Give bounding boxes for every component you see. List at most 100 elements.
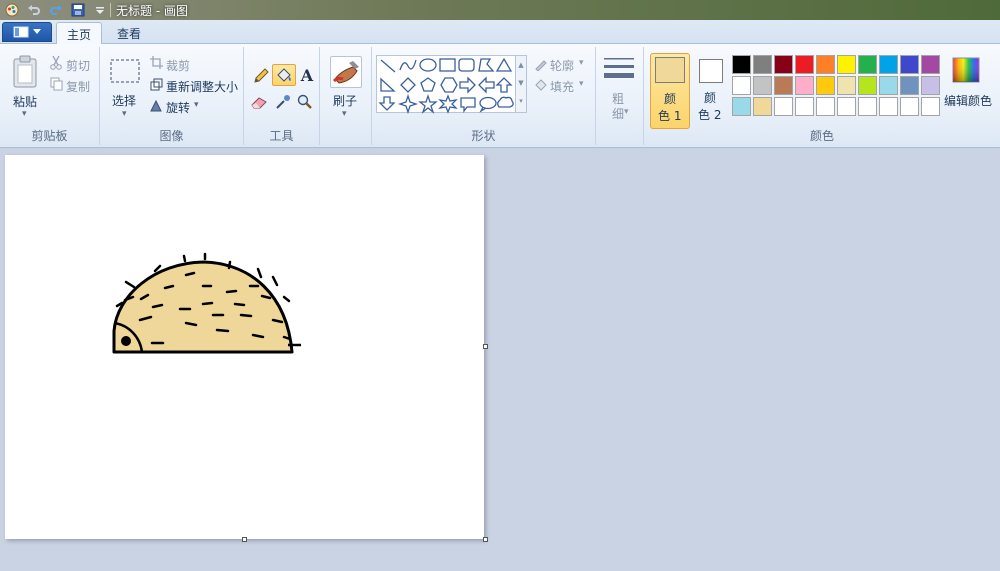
fill-tool[interactable] [272,64,296,86]
palette-swatch-3-3[interactable] [774,97,793,116]
paste-button[interactable] [12,55,40,92]
pentagon-shape-icon[interactable] [420,77,436,92]
hexagon-shape-icon[interactable] [440,77,458,93]
size-label-line2[interactable]: 细 [612,105,624,122]
palette-swatch-1-7[interactable] [858,55,877,74]
palette-swatch-2-9[interactable] [900,76,919,95]
left-arrow-shape-icon[interactable] [478,76,495,94]
copy-button[interactable]: 复制 [66,78,90,95]
rounded-rectangle-shape-icon[interactable] [458,58,475,72]
palette-swatch-1-5[interactable] [816,55,835,74]
palette-swatch-1-6[interactable] [837,55,856,74]
palette-swatch-3-7[interactable] [858,97,877,116]
palette-swatch-2-7[interactable] [858,76,877,95]
paste-label[interactable]: 粘贴 [13,93,37,110]
palette-swatch-2-1[interactable] [732,76,751,95]
cloud-callout-shape-icon[interactable] [497,96,514,108]
palette-swatch-1-8[interactable] [879,55,898,74]
rotate-button[interactable]: 旋转 [166,99,190,116]
palette-swatch-2-2[interactable] [753,76,772,95]
canvas-resize-handle-corner[interactable] [483,537,488,542]
four-point-star-shape-icon[interactable] [397,93,419,115]
five-point-star-shape-icon[interactable] [418,93,438,114]
outline-dropdown-arrow[interactable]: ▾ [579,58,584,68]
text-tool[interactable]: A [297,66,317,86]
canvas-resize-handle-bottom[interactable] [242,537,247,542]
triangle-shape-icon[interactable] [495,57,513,72]
resize-button[interactable]: 重新调整大小 [166,78,238,95]
palette-swatch-3-10[interactable] [921,97,940,116]
palette-swatch-3-4[interactable] [795,97,814,116]
save-icon[interactable] [70,2,86,18]
palette-swatch-1-2[interactable] [753,55,772,74]
select-label[interactable]: 选择 [112,92,136,109]
brushes-label[interactable]: 刷子 [333,92,357,109]
scroll-down-icon[interactable]: ▼ [516,74,526,92]
eraser-tool[interactable] [250,94,268,113]
palette-swatch-3-8[interactable] [879,97,898,116]
customize-toolbar-icon[interactable] [92,2,108,18]
palette-swatch-2-5[interactable] [816,76,835,95]
drawing-canvas[interactable] [5,155,484,539]
cut-button[interactable]: 剪切 [66,57,90,74]
rounded-callout-shape-icon[interactable] [460,97,476,113]
palette-swatch-3-6[interactable] [837,97,856,116]
palette-swatch-3-5[interactable] [816,97,835,116]
down-arrow-shape-icon[interactable] [378,96,396,111]
pencil-tool[interactable] [250,66,272,86]
palette-swatch-2-6[interactable] [837,76,856,95]
size-button[interactable] [603,55,635,86]
size-dropdown-arrow[interactable]: ▾ [624,107,629,117]
right-triangle-shape-icon[interactable] [380,77,396,92]
curve-shape-icon[interactable] [399,59,417,71]
tab-home[interactable]: 主页 [56,22,102,45]
rotate-dropdown-arrow[interactable]: ▾ [194,100,199,110]
select-button[interactable] [110,59,140,86]
right-arrow-shape-icon[interactable] [459,76,476,94]
undo-icon[interactable] [26,2,42,18]
palette-swatch-1-3[interactable] [774,55,793,74]
polygon-shape-icon[interactable] [478,58,495,72]
brushes-dropdown-arrow[interactable]: ▾ [342,109,347,119]
palette-swatch-1-10[interactable] [921,55,940,74]
paint-app-icon[interactable] [4,2,20,18]
color2-button[interactable]: 颜 色 2 [694,53,734,129]
color1-button[interactable]: 颜 色 1 [650,53,690,129]
shapes-gallery-scrollbar[interactable]: ▲ ▼ ▾ [515,55,527,113]
canvas-work-area[interactable] [0,149,1000,571]
outline-button[interactable]: 轮廓 [550,57,574,74]
brushes-button[interactable] [330,56,362,88]
scroll-up-icon[interactable]: ▲ [516,56,526,74]
palette-swatch-2-3[interactable] [774,76,793,95]
six-point-star-shape-icon[interactable] [438,94,458,114]
rectangle-shape-icon[interactable] [439,58,456,72]
palette-swatch-1-1[interactable] [732,55,751,74]
oval-shape-icon[interactable] [419,58,437,72]
edit-colors-button[interactable] [952,57,980,86]
select-dropdown-arrow[interactable]: ▾ [122,109,127,119]
oval-callout-shape-icon[interactable] [479,96,497,113]
paste-dropdown-arrow[interactable]: ▾ [22,109,27,119]
app-menu-button[interactable] [2,22,52,42]
palette-swatch-1-9[interactable] [900,55,919,74]
magnifier-tool[interactable] [297,94,313,113]
fill-button[interactable]: 填充 [550,78,574,95]
palette-swatch-2-4[interactable] [795,76,814,95]
redo-icon[interactable] [48,2,64,18]
palette-swatch-3-1[interactable] [732,97,751,116]
palette-swatch-3-9[interactable] [900,97,919,116]
gallery-expand-icon[interactable]: ▾ [516,92,526,110]
canvas-resize-handle-right[interactable] [483,344,488,349]
color-picker-tool[interactable] [275,94,291,113]
edit-colors-label[interactable]: 编辑颜色 [944,92,992,109]
palette-swatch-3-2[interactable] [753,97,772,116]
palette-swatch-2-8[interactable] [879,76,898,95]
fill-dropdown-arrow[interactable]: ▾ [579,79,584,89]
tab-view[interactable]: 查看 [106,22,152,45]
up-arrow-shape-icon[interactable] [495,77,513,93]
crop-button[interactable]: 裁剪 [166,57,190,74]
palette-swatch-2-10[interactable] [921,76,940,95]
palette-swatch-1-4[interactable] [795,55,814,74]
line-shape-icon[interactable] [380,59,396,73]
diamond-shape-icon[interactable] [400,77,416,93]
